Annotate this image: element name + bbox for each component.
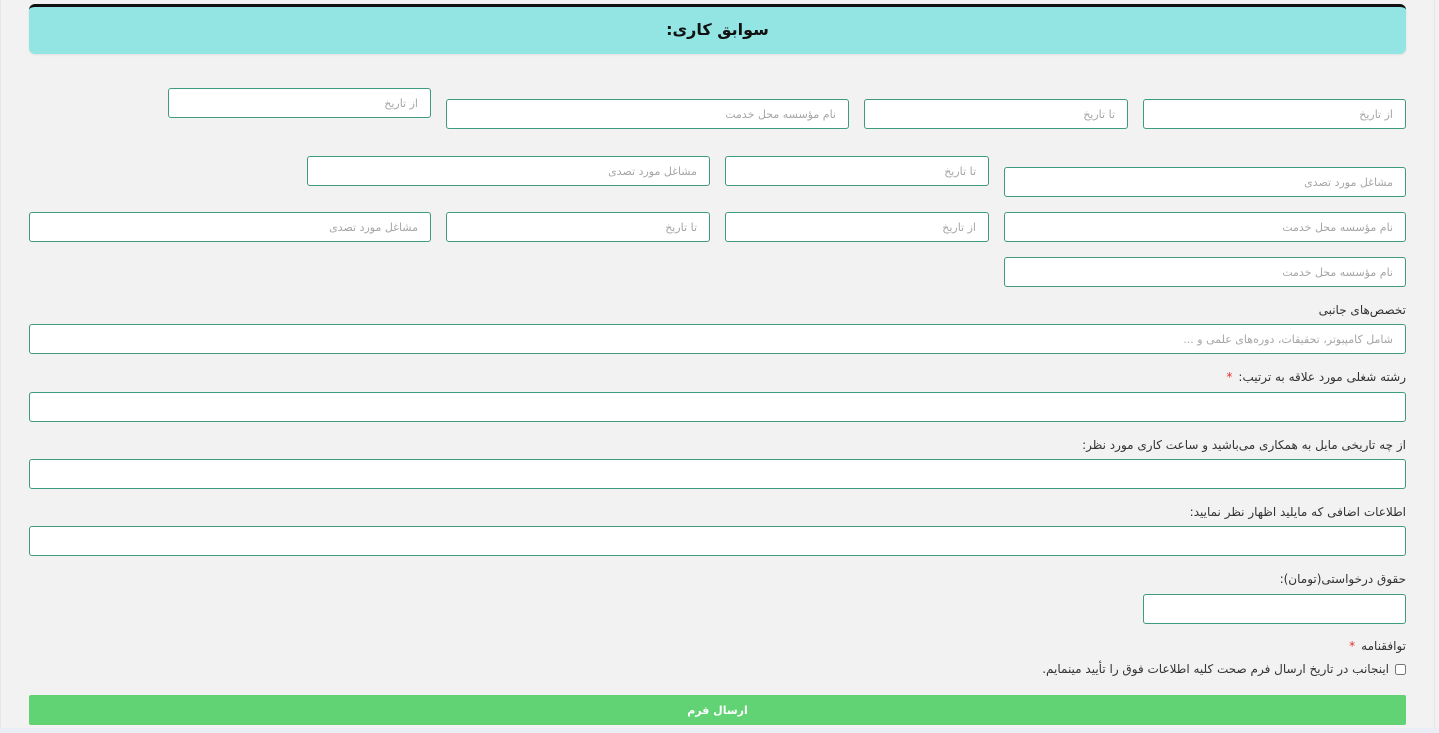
section-header: سوابق کاری: [29,4,1406,54]
agreement-label: توافقنامه * [1349,639,1406,653]
job3-position-input[interactable] [29,212,431,242]
job2-from-date-input[interactable] [168,88,431,118]
job1-institution-input[interactable] [446,99,849,129]
job3-from-date-input[interactable] [725,212,989,242]
additional-info-label: اطلاعات اضافی که مایلید اظهار نظر نمایید… [1189,505,1406,519]
job2-to-date-input[interactable] [725,156,989,186]
availability-input[interactable] [29,459,1406,489]
additional-info-input[interactable] [29,526,1406,556]
bottom-strip [0,728,1439,733]
job1-to-date-input[interactable] [864,99,1128,129]
page-frame-right [1434,0,1435,733]
agreement-checkbox-text: اینجانب در تاریخ ارسال فرم صحت کلیه اطلا… [1042,662,1389,676]
salary-label: حقوق درخواستی(تومان): [1279,572,1406,586]
salary-input[interactable] [1143,594,1406,624]
job-field-label-text: رشته شغلی مورد علاقه به ترتیب: [1238,370,1406,384]
submit-button[interactable]: ارسال فرم [29,695,1406,725]
job2-position-input[interactable] [307,156,710,186]
job1-from-date-input[interactable] [1143,99,1406,129]
agreement-option[interactable]: اینجانب در تاریخ ارسال فرم صحت کلیه اطلا… [1042,662,1406,676]
required-asterisk: * [1226,370,1233,384]
job-field-label: رشته شغلی مورد علاقه به ترتیب: * [1226,370,1406,384]
agreement-label-text: توافقنامه [1361,639,1406,653]
section-title: سوابق کاری: [666,20,769,39]
page-frame-left [0,0,1,733]
job1-position-input[interactable] [1004,167,1406,197]
agreement-checkbox[interactable] [1395,663,1406,675]
job2-institution-input[interactable] [1004,212,1406,242]
side-skills-input[interactable] [29,324,1406,354]
required-asterisk: * [1349,639,1356,653]
availability-label: از چه تاریخی مایل به همکاری می‌باشید و س… [1082,438,1406,452]
job3-to-date-input[interactable] [446,212,710,242]
job-field-input[interactable] [29,392,1406,422]
side-skills-label: تخصص‌های جانبی [1318,303,1406,317]
job3-institution-input[interactable] [1004,257,1406,287]
